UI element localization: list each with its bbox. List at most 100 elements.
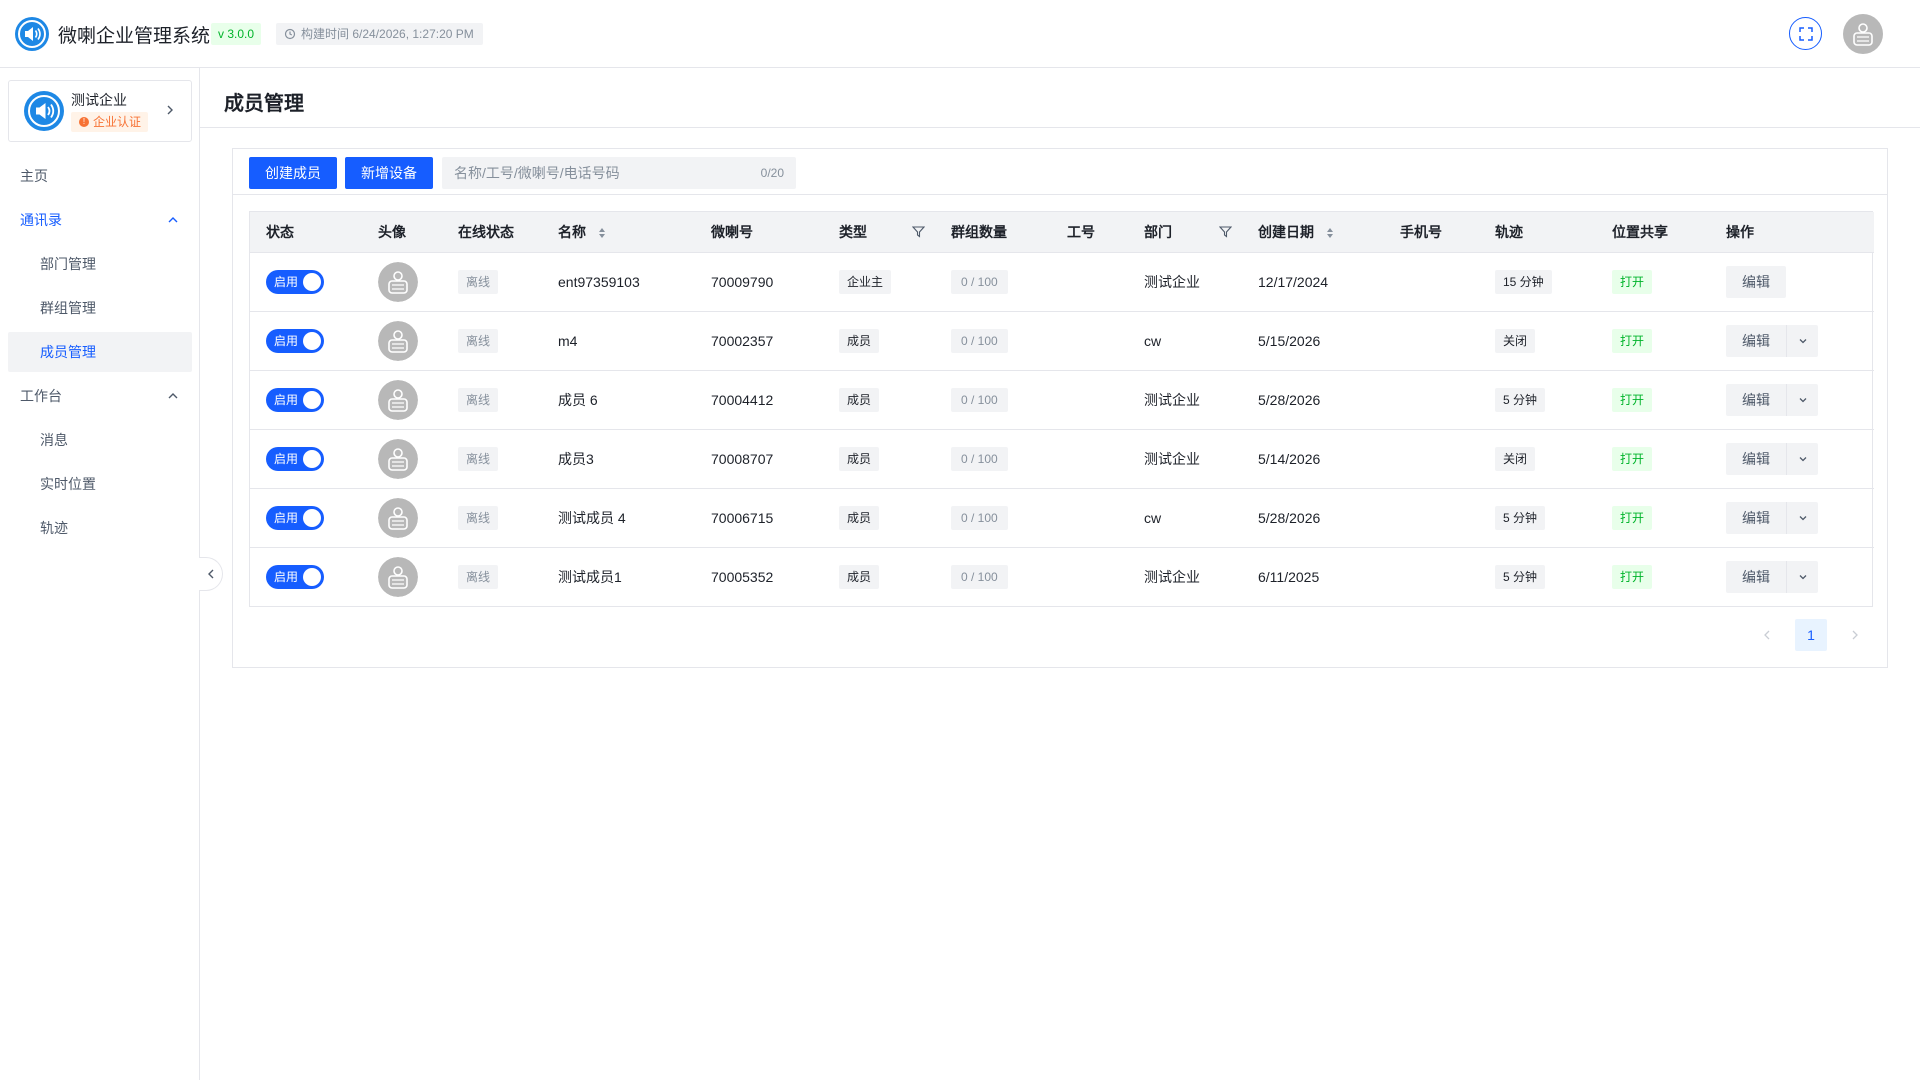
- menu-item-dept[interactable]: 部门管理: [8, 244, 192, 284]
- cell-name: ent97359103: [542, 251, 695, 311]
- more-actions-button[interactable]: [1786, 383, 1818, 416]
- menu-item-home[interactable]: 主页: [8, 156, 192, 196]
- cell-created: 12/17/2024: [1242, 251, 1384, 311]
- track-tag: 15 分钟: [1495, 269, 1552, 294]
- chevron-left-icon: [1764, 630, 1770, 640]
- menu-item-track[interactable]: 轨迹: [8, 508, 192, 548]
- chevron-right-icon: [1852, 630, 1858, 640]
- cell-weila-id: 70005352: [695, 546, 823, 606]
- sort-icon[interactable]: [1326, 226, 1334, 240]
- status-switch[interactable]: 启用: [266, 328, 324, 353]
- col-phone: 手机号: [1384, 212, 1479, 252]
- share-tag: 打开: [1612, 505, 1653, 530]
- cell-phone: [1384, 369, 1479, 429]
- type-tag: 成员: [839, 505, 880, 530]
- status-switch[interactable]: 启用: [266, 564, 324, 589]
- col-type: 类型: [823, 212, 935, 252]
- edit-button[interactable]: 编辑: [1726, 383, 1786, 416]
- create-member-button[interactable]: 创建成员: [249, 157, 337, 189]
- filter-icon[interactable]: [1219, 225, 1232, 238]
- switch-knob: [303, 449, 321, 468]
- menu-group-contacts[interactable]: 通讯录: [8, 200, 192, 240]
- edit-button[interactable]: 编辑: [1726, 265, 1786, 298]
- cell-dept: 测试企业: [1128, 251, 1242, 311]
- cell-phone: [1384, 546, 1479, 606]
- search-input[interactable]: [442, 157, 796, 189]
- add-device-button[interactable]: 新增设备: [345, 157, 433, 189]
- search-char-count: 0/20: [760, 166, 784, 180]
- warning-icon: !: [79, 116, 89, 127]
- prev-page-button[interactable]: [1755, 619, 1779, 651]
- col-created[interactable]: 创建日期: [1242, 212, 1384, 252]
- cell-dept: cw: [1128, 310, 1242, 370]
- more-actions-button[interactable]: [1786, 324, 1818, 357]
- chevron-up-icon: [168, 217, 178, 223]
- menu-item-members[interactable]: 成员管理: [8, 332, 192, 372]
- edit-button[interactable]: 编辑: [1726, 501, 1786, 534]
- row-actions: 编辑: [1726, 383, 1818, 416]
- online-status-tag: 离线: [458, 564, 499, 589]
- track-tag: 5 分钟: [1495, 387, 1546, 412]
- cell-name: 成员 6: [542, 369, 695, 429]
- side-menu: 主页 通讯录 部门管理 群组管理 成员管理 工作台 消息 实时位置 轨迹: [8, 156, 192, 552]
- sort-icon[interactable]: [598, 226, 606, 240]
- user-avatar-icon[interactable]: [1843, 14, 1883, 54]
- table-body: 启用 离线 ent97359103 70009790 企业主 0 / 100 测…: [250, 251, 1874, 606]
- fullscreen-button[interactable]: [1789, 17, 1822, 50]
- status-switch[interactable]: 启用: [266, 505, 324, 530]
- cell-created: 5/14/2026: [1242, 428, 1384, 488]
- status-switch[interactable]: 启用: [266, 269, 324, 294]
- org-switcher[interactable]: 测试企业 ! 企业认证: [8, 80, 192, 142]
- menu-group-workbench[interactable]: 工作台: [8, 376, 192, 416]
- filter-icon[interactable]: [912, 225, 925, 238]
- status-switch[interactable]: 启用: [266, 446, 324, 471]
- page-header: 成员管理: [200, 68, 1920, 128]
- chevron-down-icon: [1799, 338, 1806, 343]
- pagination: 1: [1755, 619, 1867, 651]
- cell-job-no: [1051, 251, 1128, 311]
- row-actions: 编辑: [1726, 501, 1818, 534]
- cell-weila-id: 70008707: [695, 428, 823, 488]
- type-tag: 成员: [839, 446, 880, 471]
- table-row: 启用 离线 成员3 70008707 成员 0 / 100 测试企业 5/14/…: [250, 428, 1874, 488]
- chevron-left-icon: [207, 569, 213, 579]
- track-tag: 5 分钟: [1495, 505, 1546, 530]
- share-tag: 打开: [1612, 446, 1653, 471]
- sidebar-collapse-button[interactable]: [199, 557, 223, 591]
- table-row: 启用 离线 测试成员1 70005352 成员 0 / 100 测试企业 6/1…: [250, 546, 1874, 606]
- col-type-label: 类型: [839, 223, 867, 240]
- cell-dept: 测试企业: [1128, 428, 1242, 488]
- more-actions-button[interactable]: [1786, 442, 1818, 475]
- edit-button[interactable]: 编辑: [1726, 324, 1786, 357]
- more-actions-button[interactable]: [1786, 560, 1818, 593]
- more-actions-button[interactable]: [1786, 501, 1818, 534]
- cell-job-no: [1051, 487, 1128, 547]
- type-tag: 成员: [839, 564, 880, 589]
- cert-badge: ! 企业认证: [71, 111, 149, 132]
- online-status-tag: 离线: [458, 269, 499, 294]
- member-avatar-icon: [378, 497, 418, 538]
- track-tag: 关闭: [1495, 328, 1536, 353]
- cell-weila-id: 70002357: [695, 310, 823, 370]
- menu-item-messages[interactable]: 消息: [8, 420, 192, 460]
- col-name-label: 名称: [558, 223, 586, 240]
- col-name[interactable]: 名称: [542, 212, 695, 252]
- edit-button[interactable]: 编辑: [1726, 560, 1786, 593]
- next-page-button[interactable]: [1843, 619, 1867, 651]
- speaker-logo-icon[interactable]: [14, 16, 50, 52]
- group-count-tag: 0 / 100: [951, 387, 1008, 412]
- cell-weila-id: 70009790: [695, 251, 823, 311]
- col-group-count: 群组数量: [935, 212, 1051, 252]
- menu-item-location[interactable]: 实时位置: [8, 464, 192, 504]
- cell-phone: [1384, 310, 1479, 370]
- col-dept: 部门: [1128, 212, 1242, 252]
- cell-job-no: [1051, 310, 1128, 370]
- edit-button[interactable]: 编辑: [1726, 442, 1786, 475]
- col-status: 状态: [250, 212, 362, 252]
- switch-knob: [303, 272, 321, 291]
- menu-item-groups[interactable]: 群组管理: [8, 288, 192, 328]
- chevron-down-icon: [1799, 397, 1806, 402]
- page-number-current[interactable]: 1: [1795, 619, 1827, 651]
- status-switch[interactable]: 启用: [266, 387, 324, 412]
- col-avatar: 头像: [362, 212, 442, 252]
